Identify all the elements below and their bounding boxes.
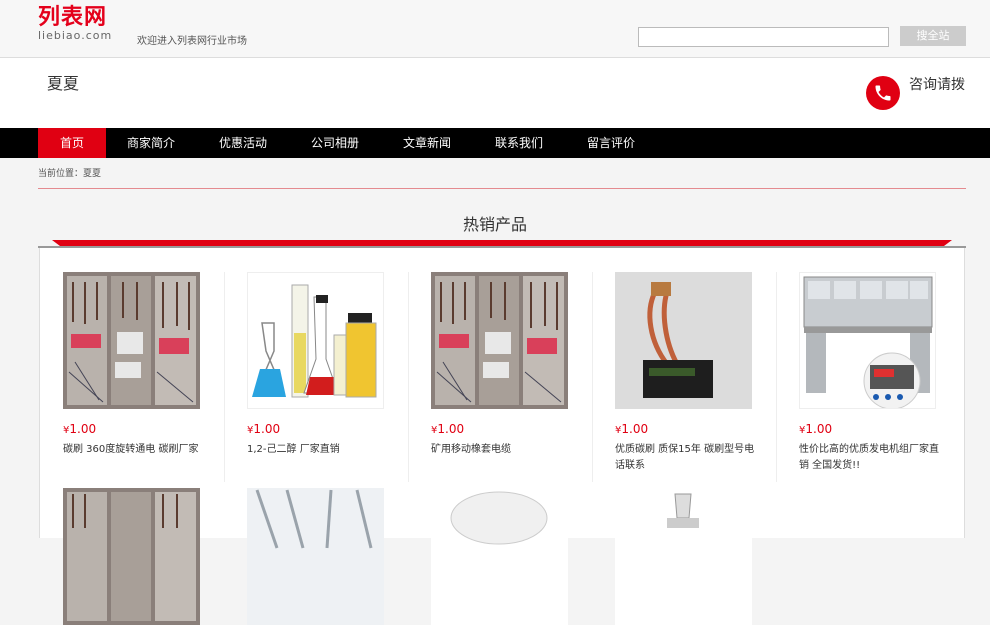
product-image-lab-glassware[interactable] bbox=[247, 272, 384, 409]
product-image-electrical-cabinet[interactable] bbox=[63, 272, 200, 409]
product-price: ¥1.00 bbox=[63, 422, 96, 436]
card-divider bbox=[776, 272, 777, 482]
product-image-partial[interactable] bbox=[615, 488, 752, 625]
card-divider bbox=[408, 272, 409, 482]
site-logo[interactable]: 列表网 liebiao.com bbox=[38, 6, 128, 46]
nav-item-contact[interactable]: 联系我们 bbox=[483, 128, 555, 158]
price-value: 1.00 bbox=[805, 422, 833, 436]
section-title: 热销产品 bbox=[462, 215, 527, 234]
phone-icon bbox=[866, 76, 900, 110]
nav-item-home[interactable]: 首页 bbox=[38, 128, 106, 158]
nav-item-album[interactable]: 公司相册 bbox=[299, 128, 371, 158]
product-image-partial[interactable] bbox=[63, 488, 200, 625]
nav-item-about[interactable]: 商家简介 bbox=[115, 128, 187, 158]
logo-chinese-text: 列表网 bbox=[38, 5, 108, 30]
product-name-link[interactable]: 性价比高的优质发电机组厂家直销 全国发货!! bbox=[799, 442, 939, 474]
shop-header: 夏夏 咨询请拨 bbox=[0, 58, 990, 128]
price-value: 1.00 bbox=[69, 422, 97, 436]
product-image-test-bench[interactable] bbox=[799, 272, 936, 409]
nav-item-reviews[interactable]: 留言评价 bbox=[575, 128, 647, 158]
card-divider bbox=[224, 272, 225, 482]
nav-item-promotions[interactable]: 优惠活动 bbox=[207, 128, 279, 158]
price-value: 1.00 bbox=[621, 422, 649, 436]
main-nav: 首页 商家简介 优惠活动 公司相册 文章新闻 联系我们 留言评价 bbox=[0, 128, 990, 158]
product-price: ¥1.00 bbox=[615, 422, 648, 436]
breadcrumb-divider bbox=[38, 188, 966, 189]
product-name-link[interactable]: 优质碳刷 质保15年 碳刷型号电话联系 bbox=[615, 442, 755, 474]
product-image-electrical-cabinet[interactable] bbox=[431, 272, 568, 409]
product-image-carbon-brush[interactable] bbox=[615, 272, 752, 409]
product-name-link[interactable]: 1,2-己二醇 厂家直销 bbox=[247, 442, 387, 458]
product-name-link[interactable]: 矿用移动橡套电缆 bbox=[431, 442, 571, 458]
product-price: ¥1.00 bbox=[431, 422, 464, 436]
card-divider bbox=[592, 272, 593, 482]
logo-domain-text: liebiao.com bbox=[38, 29, 113, 42]
search-input[interactable] bbox=[638, 27, 889, 47]
shop-name: 夏夏 bbox=[47, 74, 80, 93]
product-image-partial[interactable] bbox=[431, 488, 568, 625]
section-title-underline bbox=[38, 240, 966, 248]
contact-phone-label: 咨询请拨 bbox=[909, 77, 965, 93]
top-bar: 列表网 liebiao.com 欢迎进入列表网行业市场 搜全站 bbox=[0, 0, 990, 58]
breadcrumb: 当前位置：夏夏 bbox=[38, 169, 102, 179]
product-image-partial[interactable] bbox=[247, 488, 384, 625]
welcome-text: 欢迎进入列表网行业市场 bbox=[137, 36, 247, 47]
hot-products-grid: ¥1.00 碳刷 360度旋转通电 碳刷厂家 ¥1.00 1,2-己二醇 厂家直… bbox=[39, 248, 965, 625]
product-price: ¥1.00 bbox=[247, 422, 280, 436]
price-value: 1.00 bbox=[437, 422, 465, 436]
product-name-link[interactable]: 碳刷 360度旋转通电 碳刷厂家 bbox=[63, 442, 203, 458]
product-price: ¥1.00 bbox=[799, 422, 832, 436]
search-all-button[interactable]: 搜全站 bbox=[900, 26, 966, 46]
nav-item-news[interactable]: 文章新闻 bbox=[391, 128, 463, 158]
price-value: 1.00 bbox=[253, 422, 281, 436]
